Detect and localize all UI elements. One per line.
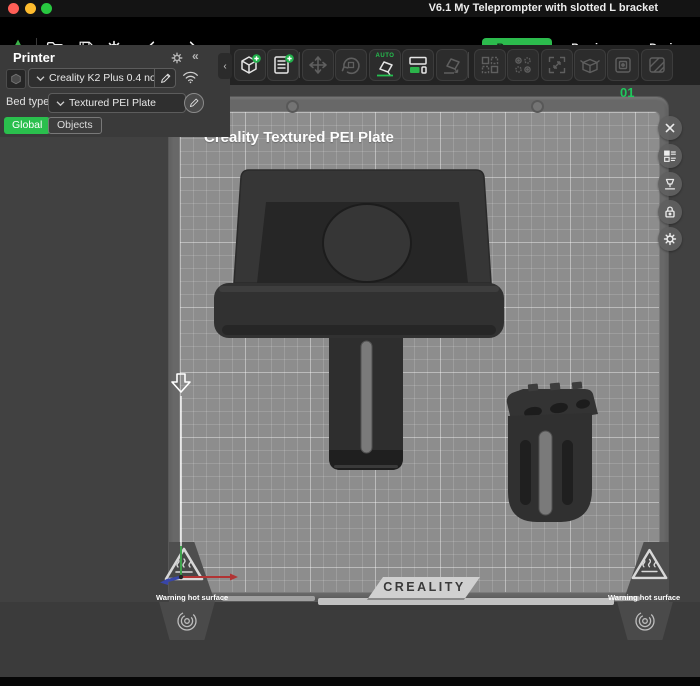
chevron-down-icon [56,100,65,107]
collapse-chevrons-icon[interactable]: « [192,49,199,63]
bed-type-value: Textured PEI Plate [69,97,185,109]
toolstrip-divider [468,52,469,78]
panel-collapse-handle[interactable]: ‹ [218,53,232,79]
toolstrip-divider [299,52,300,78]
plate-settings-button[interactable] [658,144,682,168]
cut-button[interactable] [607,49,639,81]
delete-plate-button[interactable] [658,116,682,140]
arrange-button[interactable] [402,49,434,81]
close-window-button[interactable] [8,3,19,14]
printer-select[interactable]: Creality K2 Plus 0.4 nozzle [28,68,176,88]
window-title: V6.1 My Teleprompter with slotted L brac… [429,2,658,14]
fill-plate-button[interactable] [507,49,539,81]
lock-plate-button[interactable] [658,200,682,224]
rotate-button[interactable] [335,49,367,81]
build-plate-grid [179,111,660,593]
printer-thumbnail-icon [6,69,26,89]
hot-surface-warning-icon [630,547,669,582]
move-button[interactable] [302,49,334,81]
warning-hot-surface-label: Warning hot surface [156,593,252,602]
plate-number: 01 [620,85,634,100]
zoom-window-button[interactable] [41,3,52,14]
minimize-window-button[interactable] [25,3,36,14]
bed-type-label: Bed type [6,96,49,108]
texture-button[interactable] [641,49,673,81]
titlebar: V6.1 My Teleprompter with slotted L brac… [0,0,700,17]
plate-type-label: Creality Textured PEI Plate [204,129,394,146]
wifi-icon[interactable] [182,70,199,84]
creality-brand-badge: CREALITY [367,577,480,600]
edit-printer-button[interactable] [154,69,175,87]
pack-box-button[interactable] [574,49,606,81]
pencil-icon [160,73,171,84]
main-toolbar: Prepare Preview Device [0,17,700,45]
plate-gear-button[interactable] [658,227,682,251]
chevron-down-icon [36,75,45,82]
clone-button[interactable] [474,49,506,81]
creality-brand-text: CREALITY [376,577,473,597]
auto-seam-button[interactable] [658,172,682,196]
pencil-icon [189,98,199,108]
hot-surface-warning-icon [163,546,205,583]
tab-global[interactable]: Global [4,117,50,134]
viewport-floor [0,602,700,677]
plate-front-lip [318,598,614,605]
printer-panel-title: Printer [13,50,55,65]
warning-hot-surface-label: Warning hot surface [608,593,700,602]
add-plate-button[interactable] [267,49,299,81]
plate-screw-hole [286,100,299,113]
auto-orient-button[interactable]: AUTO [369,49,401,81]
add-model-button[interactable] [234,49,266,81]
lay-flat-button[interactable] [436,49,468,81]
printer-settings-gear-icon[interactable] [170,51,184,65]
plate-screw-hole [531,100,544,113]
scale-button[interactable] [541,49,573,81]
bottom-bar [0,677,700,686]
bed-type-select[interactable]: Textured PEI Plate [48,93,186,113]
edit-bed-type-button[interactable] [184,93,204,113]
creality-print-window: V6.1 My Teleprompter with slotted L brac… [0,0,700,686]
printer-select-value: Creality K2 Plus 0.4 nozzle [49,72,154,84]
tab-objects[interactable]: Objects [48,117,102,134]
